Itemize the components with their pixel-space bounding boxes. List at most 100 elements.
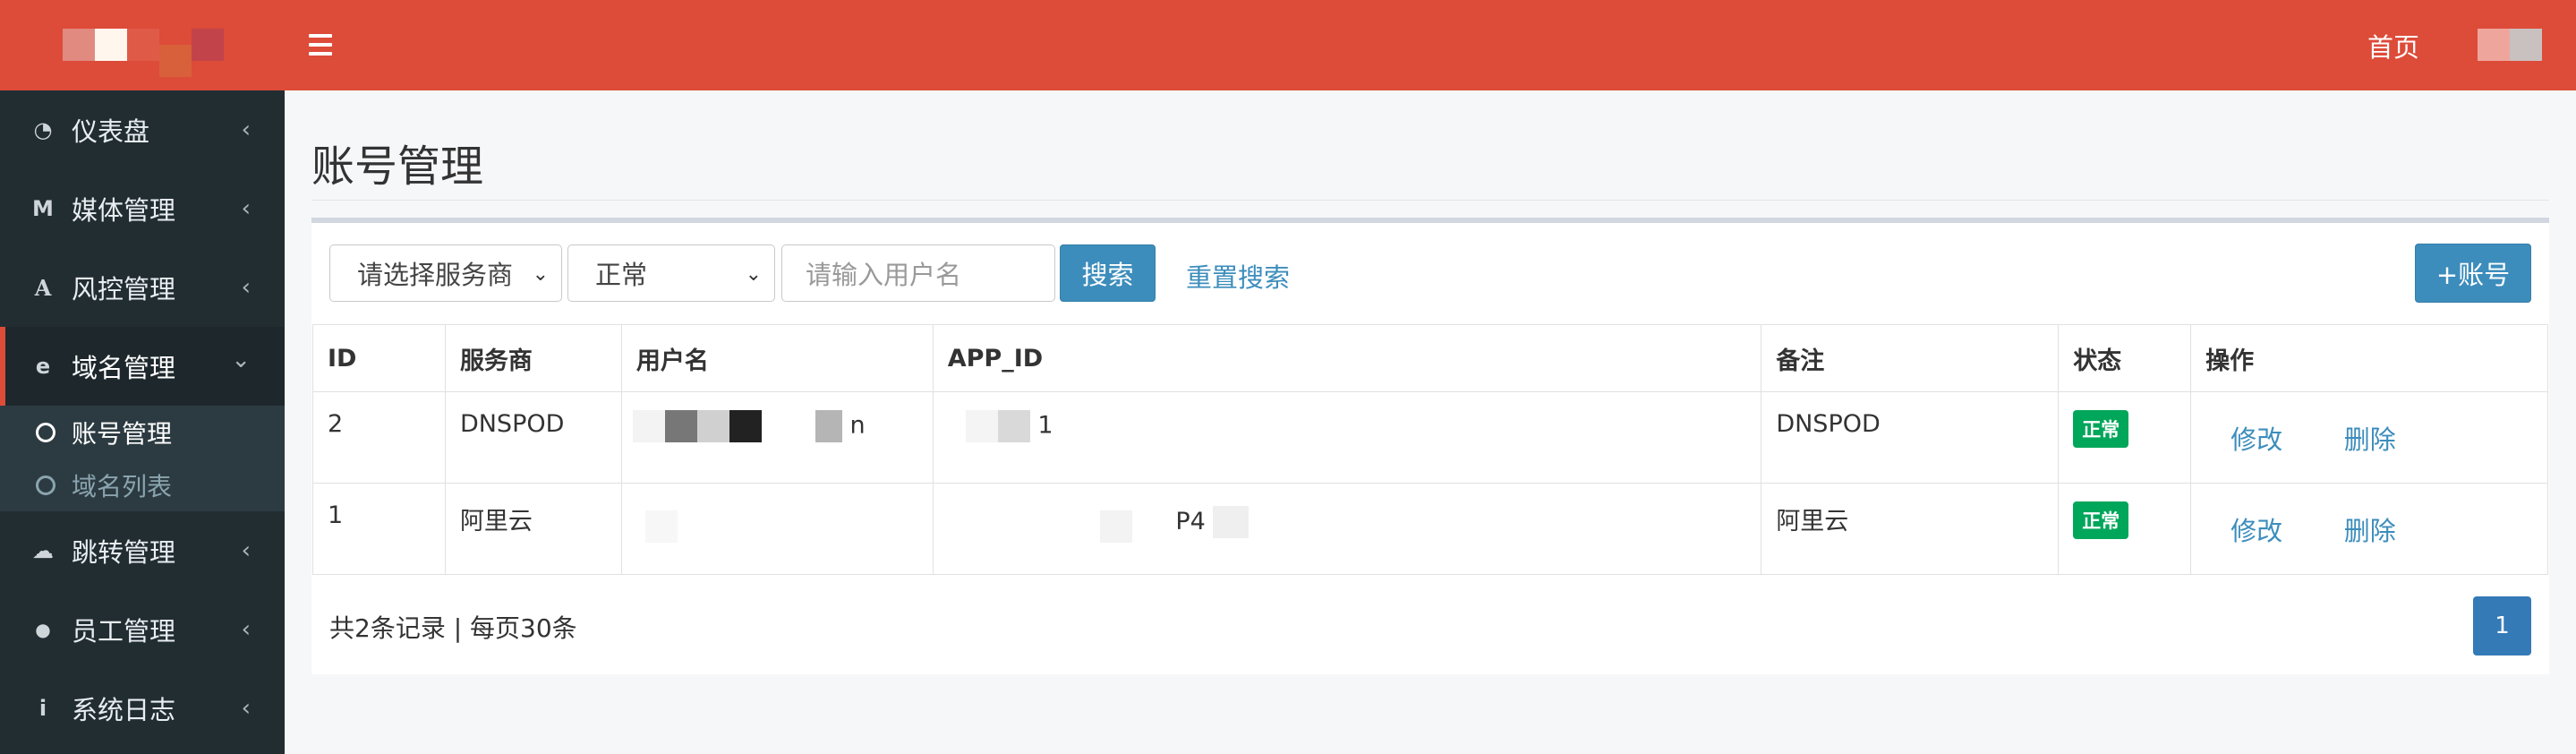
sidebar-subitem-label: 域名列表 [72,471,173,501]
sidebar-item-domain[interactable]: e 域名管理 ⌄ [0,327,285,406]
column-header-app-id[interactable]: APP_ID [932,324,1762,392]
sidebar-item-label: 域名管理 [72,353,176,383]
sidebar-item-dashboard[interactable]: ◔ 仪表盘 ‹ [0,90,285,169]
table-row: 1 阿里云 P4 阿里云 正常 修改 删除 [312,483,2548,575]
edit-link[interactable]: 修改 [2231,510,2282,548]
reset-search-link[interactable]: 重置搜索 [1186,257,1290,295]
hamburger-menu-icon[interactable] [309,34,332,56]
column-header-remark[interactable]: 备注 [1761,324,2060,392]
cell-username [620,483,934,575]
sidebar-item-label: 媒体管理 [72,195,176,226]
chevron-left-icon: ‹ [241,116,251,143]
search-button[interactable]: 搜索 [1060,244,1156,302]
chevron-left-icon: ‹ [241,695,251,722]
redacted-block [644,510,678,543]
sidebar-item-label: 仪表盘 [72,116,150,147]
home-link[interactable]: 首页 [2367,27,2419,64]
chevron-down-icon: ⌄ [745,263,762,286]
cell-remark: DNSPOD [1761,391,2060,484]
cloud-icon: ☁ [32,538,54,563]
redacted-block [997,410,1030,442]
add-account-button[interactable]: +账号 [2415,244,2531,303]
chevron-left-icon: ‹ [241,274,251,301]
media-icon: M [32,196,54,221]
provider-select[interactable]: 请选择服务商 ⌄ [329,244,562,302]
divider [311,200,2549,201]
sidebar-subitem-domain-list[interactable]: 域名列表 [0,458,285,511]
page-title: 账号管理 [311,141,484,192]
username-text: n [849,411,866,440]
sidebar-item-redirect[interactable]: ☁ 跳转管理 ‹ [0,511,285,590]
redacted-block [815,410,842,442]
column-header-status[interactable]: 状态 [2058,324,2192,392]
redacted-block [793,410,815,442]
app-id-text: P4 [1175,507,1206,536]
app-id-text: 1 [1037,411,1053,440]
accounts-table: ID 服务商 用户名 APP_ID 备注 状态 操作 2 DNSPOD n 1 … [312,324,2548,575]
chevron-down-icon: ⌄ [231,347,251,373]
delete-link[interactable]: 删除 [2344,510,2396,548]
font-icon: A [34,274,52,301]
delete-link[interactable]: 删除 [2344,419,2396,457]
chevron-down-icon: ⌄ [532,263,549,286]
cell-actions: 修改 删除 [2190,483,2548,575]
column-header-id[interactable]: ID [312,324,446,392]
sidebar: ◔ 仪表盘 ‹ M 媒体管理 ‹ A 风控管理 ‹ e 域名管理 ⌄ 账号管理 … [0,0,285,754]
sidebar-item-staff[interactable]: ● 员工管理 ‹ [0,590,285,669]
status-select-value: 正常 [595,260,648,290]
cell-app-id: 1 [932,391,1762,484]
avatar[interactable] [2478,29,2542,61]
cell-app-id: P4 [932,483,1762,575]
sidebar-item-media[interactable]: M 媒体管理 ‹ [0,169,285,248]
column-header-username[interactable]: 用户名 [620,324,934,392]
chevron-left-icon: ‹ [241,537,251,564]
cell-actions: 修改 删除 [2190,391,2548,484]
status-badge: 正常 [2073,501,2129,539]
cell-id: 2 [312,391,446,484]
sidebar-item-label: 跳转管理 [72,537,176,568]
dashboard-icon: ◔ [33,117,53,142]
redacted-block [632,410,665,442]
table-header-row: ID 服务商 用户名 APP_ID 备注 状态 操作 [312,324,2548,392]
top-navbar: 首页 [285,0,2576,90]
sidebar-item-label: 风控管理 [72,274,176,304]
cell-username: n [620,391,934,484]
sidebar-item-label: 系统日志 [72,695,176,725]
table-row: 2 DNSPOD n 1 DNSPOD 正常 修改 删除 [312,391,2548,484]
cell-status: 正常 [2058,391,2192,484]
redacted-block [696,410,729,442]
status-badge: 正常 [2073,410,2129,448]
sidebar-item-label: 员工管理 [72,616,176,647]
info-icon: i [38,696,47,721]
sidebar-subitem-accounts[interactable]: 账号管理 [0,406,285,458]
pagination-summary: 共2条记录 | 每页30条 [329,613,577,643]
circle-icon [36,422,55,442]
status-select[interactable]: 正常 ⌄ [567,244,775,302]
cell-id: 1 [312,483,446,575]
redacted-block [965,410,998,442]
chevron-left-icon: ‹ [241,195,251,222]
cell-status: 正常 [2058,483,2192,575]
domain-submenu: 账号管理 域名列表 [0,406,285,511]
sidebar-item-risk[interactable]: A 风控管理 ‹ [0,248,285,327]
cell-remark: 阿里云 [1761,483,2060,575]
column-header-provider[interactable]: 服务商 [444,324,622,392]
circle-icon [36,475,55,495]
sidebar-item-logs[interactable]: i 系统日志 ‹ [0,669,285,748]
cell-provider: 阿里云 [444,483,622,575]
sidebar-subitem-label: 账号管理 [72,418,173,449]
edit-link[interactable]: 修改 [2231,419,2282,457]
logo[interactable] [0,0,285,90]
user-icon: ● [35,619,51,640]
redacted-block [761,410,794,442]
ie-icon: e [35,354,51,379]
redacted-block [1099,510,1132,543]
chevron-left-icon: ‹ [241,616,251,643]
username-input[interactable]: 请输入用户名 [781,244,1055,302]
provider-select-value: 请选择服务商 [357,260,514,290]
cell-provider: DNSPOD [444,391,622,484]
redacted-block [1213,506,1250,538]
column-header-actions[interactable]: 操作 [2190,324,2548,392]
page-1-button[interactable]: 1 [2473,596,2531,655]
redacted-block [729,410,762,442]
